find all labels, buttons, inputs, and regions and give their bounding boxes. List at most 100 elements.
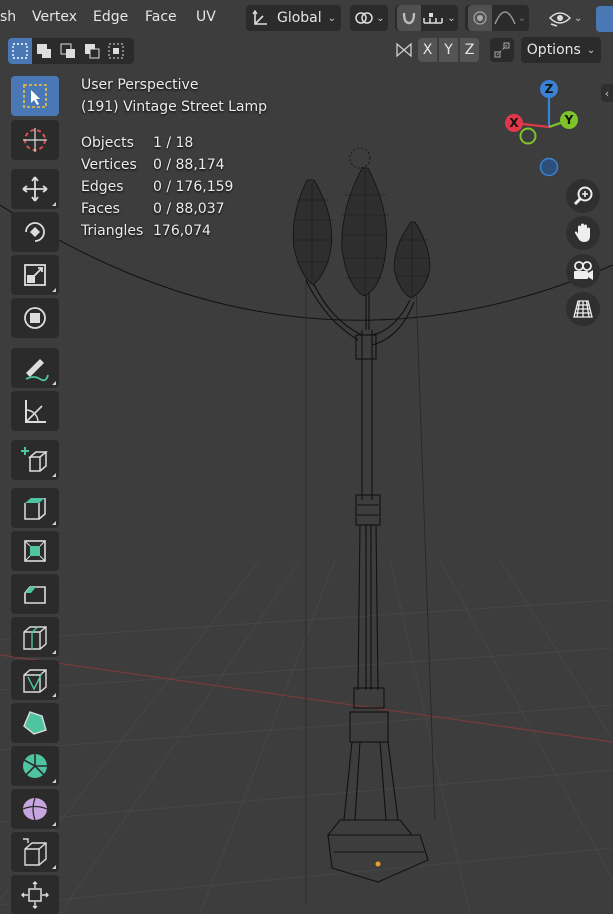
select-extend-icon <box>37 44 51 58</box>
negative-y-handle[interactable] <box>519 127 537 145</box>
menu-edge[interactable]: Edge <box>93 9 128 25</box>
stat-value: 176,074 <box>153 223 211 239</box>
stat-value: 0 / 88,037 <box>153 201 225 217</box>
tool-cursor[interactable] <box>11 120 59 160</box>
shrink-fatten-icon <box>21 881 49 909</box>
menu-vertex[interactable]: Vertex <box>32 9 77 25</box>
select-mode-extend[interactable] <box>32 38 56 64</box>
menu-face[interactable]: Face <box>145 9 177 25</box>
pivot-point-dropdown[interactable]: ⌄ <box>350 5 388 31</box>
magnet-icon <box>403 12 416 25</box>
more-tools-indicator <box>52 381 56 385</box>
move-icon <box>22 176 48 202</box>
tool-shear[interactable] <box>11 832 59 872</box>
tool-transform[interactable] <box>11 298 59 338</box>
auto-merge-button[interactable] <box>490 38 514 62</box>
mirror-z-button[interactable]: Z <box>460 38 479 62</box>
tool-inset[interactable] <box>11 531 59 571</box>
y-axis-label: Y <box>564 113 574 127</box>
tool-knife[interactable] <box>11 660 59 700</box>
chevron-down-icon: ⌄ <box>517 12 527 24</box>
snap-increment-icon[interactable] <box>421 9 447 27</box>
snap-group: ⌄ <box>395 5 458 31</box>
negative-z-handle[interactable] <box>539 157 559 177</box>
x-axis-label: X <box>509 116 519 130</box>
stat-label: Objects <box>81 135 134 151</box>
sidebar-toggle[interactable]: ‹ <box>601 84 613 102</box>
pan-button[interactable] <box>566 216 600 250</box>
camera-view-button[interactable] <box>566 254 600 288</box>
tool-add-cube[interactable] <box>11 440 59 480</box>
select-mode-new[interactable] <box>8 38 32 64</box>
select-new-icon <box>12 43 28 59</box>
viewport-header: sh Vertex Edge Face UV Global ⌄ ⌄ ⌄ ⌄ ⌄ <box>0 0 613 36</box>
stat-faces: Faces 0 / 88,037 <box>81 201 225 217</box>
select-mode-group <box>8 38 134 64</box>
grid-perspective-icon <box>573 300 593 318</box>
loop-cut-icon <box>23 626 47 650</box>
select-invert-icon <box>85 44 100 59</box>
perspective-toggle-button[interactable] <box>566 292 600 326</box>
more-tools-indicator <box>52 822 56 826</box>
camera-icon <box>574 261 593 280</box>
chevron-left-icon: ‹ <box>604 86 610 100</box>
stat-vertices: Vertices 0 / 88,174 <box>81 157 225 173</box>
tool-bevel[interactable] <box>11 574 59 614</box>
tool-scale[interactable] <box>11 255 59 295</box>
menu-uv[interactable]: UV <box>196 9 216 25</box>
select-mode-invert[interactable] <box>80 38 104 64</box>
extrude-icon <box>24 498 46 520</box>
more-tools-indicator <box>52 202 56 206</box>
zoom-button[interactable] <box>566 179 600 213</box>
scale-icon <box>24 264 46 286</box>
visibility-dropdown[interactable]: ⌄ <box>548 5 588 31</box>
3d-viewport[interactable]: sh Vertex Edge Face UV Global ⌄ ⌄ ⌄ ⌄ ⌄ … <box>0 0 613 914</box>
navigation-gizmo[interactable]: Z X Y <box>500 78 600 178</box>
tool-rotate[interactable] <box>11 212 59 252</box>
tool-loop-cut[interactable] <box>11 617 59 657</box>
hand-icon <box>574 223 590 242</box>
transform-orientation-dropdown[interactable]: Global ⌄ <box>246 5 341 31</box>
tool-smooth[interactable] <box>11 789 59 829</box>
transform-icon <box>24 307 46 329</box>
tool-extrude[interactable] <box>11 488 59 528</box>
bevel-icon <box>24 586 46 604</box>
chevron-down-icon: ⌄ <box>447 12 456 24</box>
menu-mesh[interactable]: sh <box>0 9 16 25</box>
z-axis-label: Z <box>545 82 554 96</box>
falloff-icon[interactable] <box>492 9 518 27</box>
tool-annotate[interactable] <box>11 348 59 388</box>
shear-icon <box>23 838 47 866</box>
viewport-overlays-button[interactable] <box>596 6 613 32</box>
select-mode-subtract[interactable] <box>56 38 80 64</box>
mirror-x-button[interactable]: X <box>418 38 437 62</box>
tool-spin[interactable] <box>11 746 59 786</box>
tool-poly-build[interactable] <box>11 703 59 743</box>
proportional-editing-group: ⌄ <box>465 5 529 31</box>
chevron-down-icon: ⌄ <box>574 12 583 24</box>
proportional-editing-toggle[interactable] <box>467 5 492 31</box>
mirror-y-button[interactable]: Y <box>439 38 458 62</box>
tool-measure[interactable] <box>11 391 59 431</box>
options-dropdown[interactable]: Options ⌄ <box>521 37 601 63</box>
stat-label: Vertices <box>81 157 137 173</box>
more-tools-indicator <box>52 693 56 697</box>
tool-move[interactable] <box>11 169 59 209</box>
more-tools-indicator <box>52 473 56 477</box>
stat-value: 1 / 18 <box>153 135 194 151</box>
tool-shrink-fatten[interactable] <box>11 875 59 914</box>
options-label: Options <box>526 42 581 58</box>
pivot-icon <box>355 12 374 24</box>
tool-select-box[interactable] <box>11 76 59 116</box>
stat-label: Faces <box>81 201 120 217</box>
select-mode-intersect[interactable] <box>104 38 128 64</box>
measure-icon <box>25 400 46 423</box>
select-box-icon <box>23 84 47 108</box>
snap-toggle[interactable] <box>397 5 422 31</box>
mirror-options[interactable] <box>394 38 414 62</box>
proportional-icon <box>473 11 487 25</box>
smooth-icon <box>22 797 48 821</box>
more-tools-indicator <box>52 521 56 525</box>
orientation-icon <box>252 9 267 25</box>
stat-label: Edges <box>81 179 124 195</box>
